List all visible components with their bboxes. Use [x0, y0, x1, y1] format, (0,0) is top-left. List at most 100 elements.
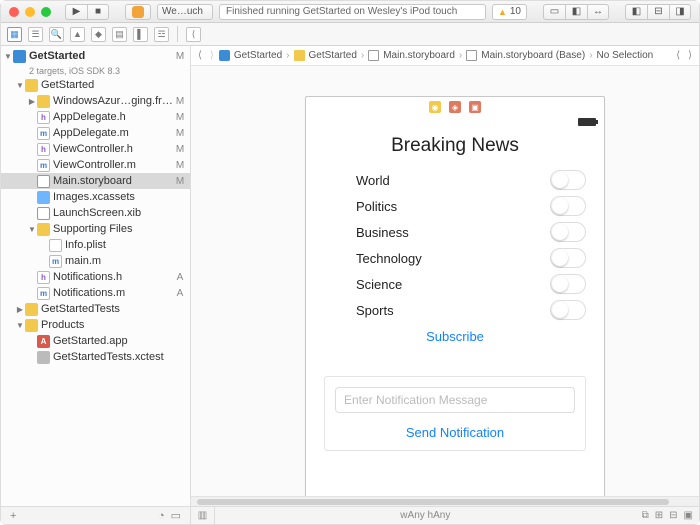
first-responder-icon[interactable]: ◈	[449, 101, 461, 113]
category-switch[interactable]	[550, 196, 586, 216]
file-row[interactable]: ▼Products	[1, 317, 190, 333]
xib-icon	[37, 207, 50, 220]
file-row[interactable]: ▼Supporting Files	[1, 221, 190, 237]
close-icon[interactable]	[9, 7, 19, 17]
scheme-button[interactable]	[125, 4, 151, 20]
constraints-resolve-button[interactable]: ⧉	[642, 510, 649, 521]
file-row[interactable]: LaunchScreen.xib	[1, 205, 190, 221]
constraints-pin-button[interactable]: ⊟	[669, 510, 677, 521]
crumb-2[interactable]: Main.storyboard	[383, 50, 455, 61]
crumb-1[interactable]: GetStarted	[309, 50, 357, 61]
crumb-storyboard-base-icon	[466, 50, 477, 61]
crumb-4[interactable]: No Selection	[597, 50, 654, 61]
constraints-align-button[interactable]: ⊞	[655, 510, 663, 521]
next-item-button[interactable]: ⟩	[685, 50, 695, 61]
file-row[interactable]: GetStartedTests.xctest	[1, 349, 190, 365]
tab-button[interactable]: We…uch	[157, 4, 213, 20]
ib-canvas[interactable]: ◉ ◈ ▣ Breaking News WorldPoliticsBusines…	[191, 66, 699, 496]
project-icon	[13, 50, 26, 63]
message-textfield[interactable]: Enter Notification Message	[335, 387, 575, 413]
report-navigator-icon[interactable]: ☲	[154, 27, 169, 42]
file-row[interactable]: hNotifications.hA	[1, 269, 190, 285]
run-button[interactable]: ▶	[65, 4, 87, 20]
debug-navigator-icon[interactable]: ▤	[112, 27, 127, 42]
file-tree[interactable]: ▼ GetStarted M 2 targets, iOS SDK 8.3 ▼G…	[1, 46, 190, 506]
history-fwd-button[interactable]: ⟩	[207, 50, 217, 61]
canvas-hscroll[interactable]	[191, 496, 699, 506]
titlebar: ▶ ■ We…uch Finished running GetStarted o…	[1, 1, 699, 23]
scheme-icon	[132, 6, 144, 18]
test-navigator-icon[interactable]: ◆	[91, 27, 106, 42]
root-view[interactable]: Breaking News WorldPoliticsBusinessTechn…	[306, 129, 604, 496]
zoom-icon[interactable]	[41, 7, 51, 17]
file-name: GetStarted.app	[53, 335, 174, 347]
file-row[interactable]: ▶WindowsAzur…ging.frameworkM	[1, 93, 190, 109]
file-row[interactable]: mViewController.mM	[1, 157, 190, 173]
recent-filter-icon[interactable]: ◔	[158, 510, 165, 522]
outline-back-button[interactable]: ⟨	[186, 27, 201, 42]
category-switch[interactable]	[550, 300, 586, 320]
file-row[interactable]: hAppDelegate.hM	[1, 109, 190, 125]
file-row[interactable]: Images.xcassets	[1, 189, 190, 205]
tab-label: We…uch	[162, 6, 203, 17]
disclosure-icon[interactable]: ▼	[15, 81, 25, 90]
assistant-editor-button[interactable]: ◧	[565, 4, 587, 20]
category-switch[interactable]	[550, 274, 586, 294]
file-row[interactable]: mNotifications.mA	[1, 285, 190, 301]
scrollbar-thumb[interactable]	[197, 499, 669, 505]
symbol-navigator-icon[interactable]: ☰	[28, 27, 43, 42]
scene-dock[interactable]: ◉ ◈ ▣	[306, 97, 604, 117]
standard-editor-button[interactable]: ▭	[543, 4, 565, 20]
file-row[interactable]: hViewController.hM	[1, 141, 190, 157]
file-name: AppDelegate.m	[53, 127, 174, 139]
issue-navigator-icon[interactable]: ▲	[70, 27, 85, 42]
category-switch[interactable]	[550, 248, 586, 268]
outline-toggle-button[interactable]: ▥	[191, 507, 215, 524]
jump-bar[interactable]: ⟨ ⟩ GetStarted› GetStarted› Main.storybo…	[191, 46, 699, 66]
prev-item-button[interactable]: ⟨	[673, 50, 683, 61]
exit-icon[interactable]: ▣	[469, 101, 481, 113]
bottom-panel-toggle[interactable]: ⊟	[647, 4, 669, 20]
crumb-0[interactable]: GetStarted	[234, 50, 282, 61]
breakpoint-navigator-icon[interactable]: ▌	[133, 27, 148, 42]
file-row[interactable]: mmain.m	[1, 253, 190, 269]
right-panel-toggle[interactable]: ◨	[669, 4, 691, 20]
project-navigator-icon[interactable]: ▦	[7, 27, 22, 42]
disclosure-icon[interactable]: ▶	[27, 97, 37, 106]
file-row[interactable]: Main.storyboardM	[1, 173, 190, 189]
find-navigator-icon[interactable]: 🔍	[49, 27, 64, 42]
subscribe-button[interactable]: Subscribe	[324, 329, 586, 344]
file-row[interactable]: mAppDelegate.mM	[1, 125, 190, 141]
category-switch[interactable]	[550, 170, 586, 190]
category-switch[interactable]	[550, 222, 586, 242]
file-row[interactable]: Info.plist	[1, 237, 190, 253]
disclosure-icon[interactable]: ▼	[3, 52, 13, 61]
file-row[interactable]: ▼GetStarted	[1, 77, 190, 93]
view-controller-scene[interactable]: ◉ ◈ ▣ Breaking News WorldPoliticsBusines…	[305, 96, 605, 496]
minimize-icon[interactable]	[25, 7, 35, 17]
scm-filter-icon[interactable]: ▭	[171, 509, 181, 522]
m-icon: m	[49, 255, 62, 268]
disclosure-icon[interactable]: ▼	[15, 321, 25, 330]
disclosure-icon[interactable]: ▼	[27, 225, 37, 234]
issues-button[interactable]: ▲ 10	[492, 4, 527, 20]
project-root-row[interactable]: ▼ GetStarted M	[1, 48, 190, 64]
send-notification-button[interactable]: Send Notification	[335, 425, 575, 440]
crumb-3[interactable]: Main.storyboard (Base)	[481, 50, 585, 61]
version-editor-button[interactable]: ↔	[587, 4, 609, 20]
add-button[interactable]: +	[10, 510, 16, 522]
left-panel-toggle[interactable]: ◧	[625, 4, 647, 20]
file-row[interactable]: ▶ GetStartedTests	[1, 301, 190, 317]
size-class-control[interactable]: wAny hAny	[215, 510, 636, 521]
vc-icon[interactable]: ◉	[429, 101, 441, 113]
file-row[interactable]: AGetStarted.app	[1, 333, 190, 349]
stop-button[interactable]: ■	[87, 4, 109, 20]
project-subtitle: 2 targets, iOS SDK 8.3	[29, 66, 186, 76]
disclosure-icon[interactable]: ▶	[15, 305, 25, 314]
file-name: LaunchScreen.xib	[53, 207, 174, 219]
crumb-storyboard-icon	[368, 50, 379, 61]
project-subtitle-row: 2 targets, iOS SDK 8.3	[1, 64, 190, 77]
file-name: GetStartedTests	[41, 303, 174, 315]
constraints-embed-button[interactable]: ▣	[684, 510, 693, 521]
history-back-button[interactable]: ⟨	[195, 50, 205, 61]
